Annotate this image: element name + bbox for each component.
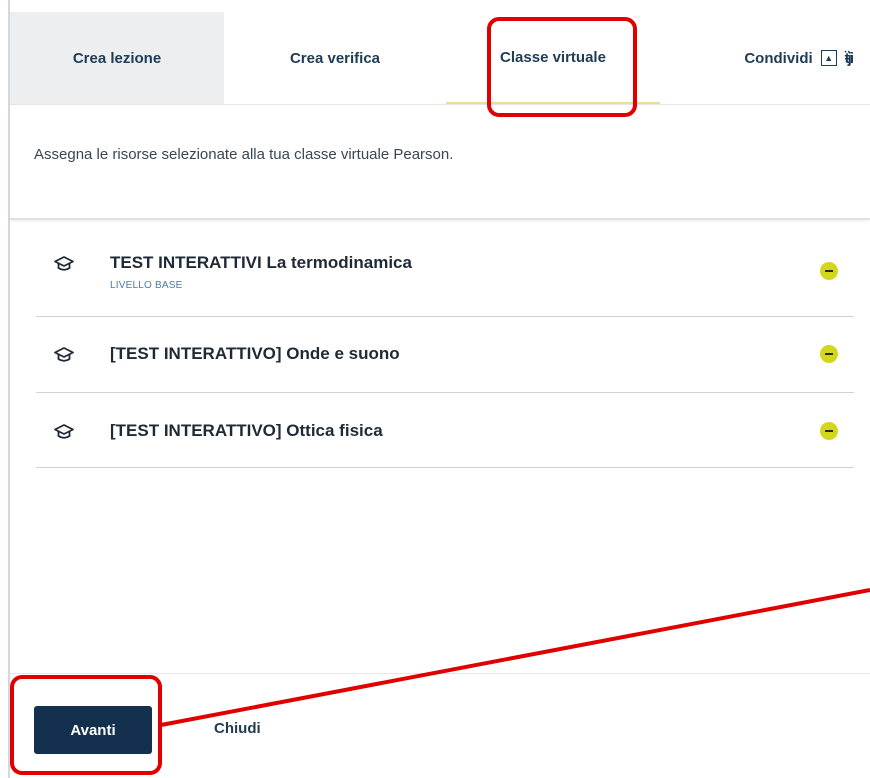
- annotation-arrow-line: [160, 588, 870, 727]
